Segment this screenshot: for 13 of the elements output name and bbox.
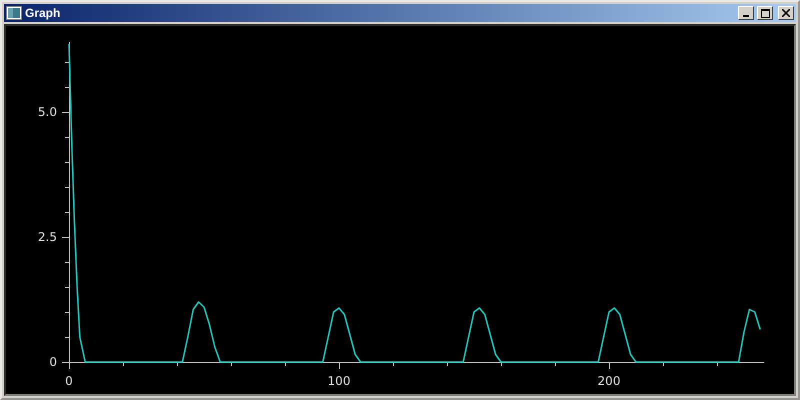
y-tick-label: 2.5 xyxy=(38,230,57,244)
x-tick-label: 200 xyxy=(598,374,620,388)
x-tick-label: 0 xyxy=(65,374,73,388)
maximize-icon xyxy=(760,8,770,18)
y-tick-label: 0 xyxy=(49,355,57,369)
close-icon xyxy=(782,9,790,17)
x-tick-label: 100 xyxy=(328,374,350,388)
y-tick-label: 5.0 xyxy=(38,105,57,119)
window-icon xyxy=(6,6,22,20)
close-button[interactable] xyxy=(778,6,794,20)
maximize-button[interactable] xyxy=(757,6,773,20)
window-title: Graph xyxy=(25,6,62,20)
minimize-button[interactable] xyxy=(738,6,754,20)
